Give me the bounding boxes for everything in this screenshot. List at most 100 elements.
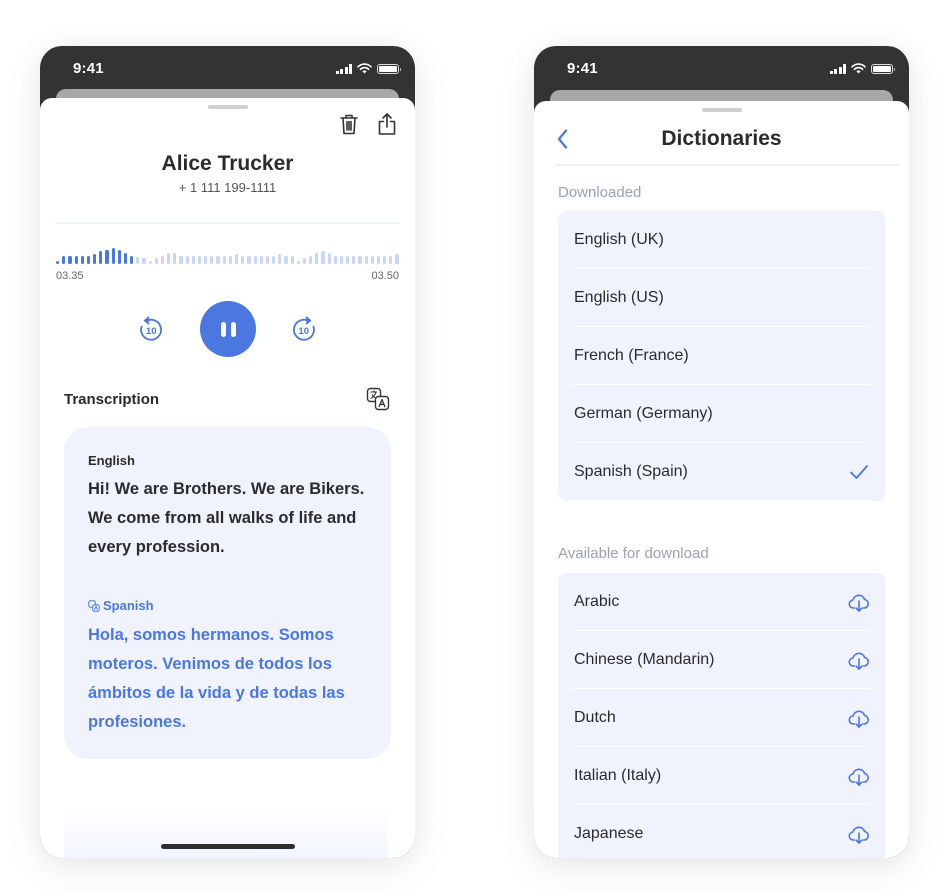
waveform-bar — [346, 255, 350, 264]
dictionary-name: Spanish (Spain) — [574, 463, 688, 480]
waveform-bar — [358, 255, 362, 264]
wifi-icon — [357, 63, 372, 74]
waveform-bar — [265, 255, 270, 264]
status-bar: 9:41 — [534, 46, 909, 90]
waveform-bar — [383, 255, 387, 264]
sheet-grabber[interactable] — [701, 108, 742, 112]
waveform-bar — [160, 255, 165, 264]
available-dictionary-row[interactable]: Chinese (Mandarin) — [558, 631, 885, 689]
translate-icon — [366, 387, 390, 411]
waveform-bar — [290, 255, 294, 264]
dictionary-name: Arabic — [574, 593, 620, 610]
waveform-bar — [228, 255, 232, 264]
waveform-bar — [389, 255, 393, 264]
waveform-bar — [80, 255, 84, 264]
dictionary-name: Italian (Italy) — [574, 767, 662, 784]
share-icon — [378, 113, 396, 135]
playback-time-end: 03.50 — [371, 270, 399, 282]
sheet-grabber[interactable] — [207, 105, 248, 109]
audio-waveform-scrubber[interactable] — [56, 246, 399, 264]
status-bar: 9:41 — [40, 46, 415, 90]
cellular-signal-icon — [829, 63, 846, 74]
cloud-download-icon[interactable] — [847, 822, 871, 846]
waveform-bar — [68, 255, 72, 264]
dictionary-name: English (UK) — [574, 231, 664, 248]
waveform-bar — [62, 255, 66, 264]
waveform-bar — [315, 253, 319, 264]
dictionary-row[interactable]: English (UK) — [558, 211, 885, 269]
pause-button[interactable] — [200, 301, 256, 357]
waveform-bar — [247, 255, 251, 264]
checkmark-icon — [847, 460, 871, 484]
waveform-bar — [173, 253, 177, 264]
waveform-bar — [302, 257, 307, 264]
waveform-bar — [253, 255, 257, 264]
dictionary-row[interactable]: French (France) — [558, 327, 885, 385]
transcription-card: English Hi! We are Brothers. We are Bike… — [64, 427, 391, 759]
waveform-bar — [185, 255, 189, 264]
waveform-bar — [278, 254, 282, 264]
waveform-bar — [309, 255, 313, 264]
dictionary-name: Dutch — [574, 709, 616, 726]
wifi-icon — [851, 63, 866, 74]
waveform-bar — [148, 261, 152, 264]
cloud-download-icon[interactable] — [847, 590, 871, 614]
contact-phone: + 1 111 199-1111 — [178, 180, 277, 195]
waveform-bar — [339, 255, 344, 264]
dictionary-name: English (US) — [574, 289, 664, 306]
waveform-bar — [222, 255, 226, 264]
waveform-bar — [395, 254, 399, 264]
dictionaries-screen: 9:41 Dictionaries Downloaded English (UK… — [534, 46, 909, 858]
cellular-signal-icon — [335, 63, 352, 74]
waveform-bar — [272, 255, 276, 264]
delete-button[interactable] — [338, 112, 360, 136]
dictionary-name: German (Germany) — [574, 405, 713, 422]
source-language: English — [88, 453, 135, 468]
share-button[interactable] — [376, 112, 398, 136]
available-dictionary-row[interactable]: Dutch — [558, 689, 885, 747]
skip-back-10-icon: 10 — [140, 316, 162, 341]
status-icons — [829, 63, 895, 74]
recording-actions — [338, 112, 398, 136]
available-list: Arabic Chinese (Mandarin) Dutch Italian (It… — [558, 573, 885, 858]
home-indicator[interactable] — [160, 844, 295, 849]
dictionary-row[interactable]: Spanish (Spain) — [558, 443, 885, 501]
dictionary-row[interactable]: German (Germany) — [558, 385, 885, 443]
waveform-bar — [327, 253, 331, 264]
waveform-bar — [191, 255, 195, 264]
waveform-bar — [241, 255, 245, 264]
translated-text: Hola, somos hermanos. Somos moteros. Ven… — [88, 626, 345, 731]
source-text: Hi! We are Brothers. We are Bikers. We c… — [88, 480, 365, 556]
skip-forward-seconds: 10 — [298, 326, 309, 337]
waveform-bar — [234, 254, 239, 264]
skip-forward-button[interactable]: 10 — [291, 316, 317, 342]
waveform-bar — [352, 255, 356, 264]
cloud-download-icon[interactable] — [847, 706, 871, 730]
waveform-bar — [74, 255, 78, 264]
status-time: 9:41 — [567, 60, 598, 77]
waveform-bar — [136, 256, 140, 264]
translate-small-icon — [88, 599, 100, 612]
translate-button[interactable] — [366, 387, 390, 411]
skip-back-button[interactable]: 10 — [138, 316, 164, 342]
waveform-bar — [296, 261, 300, 264]
dictionary-row[interactable]: English (US) — [558, 269, 885, 327]
battery-icon — [871, 63, 895, 74]
waveform-bar — [284, 255, 288, 264]
playback-time-start: 03.35 — [56, 270, 84, 282]
waveform-bar — [117, 249, 121, 264]
waveform-bar — [364, 255, 368, 264]
available-dictionary-row[interactable]: Japanese — [558, 805, 885, 858]
downloaded-list: English (UK) English (US) French (France) G… — [558, 211, 885, 501]
dictionary-name: Japanese — [574, 825, 644, 842]
cloud-download-icon[interactable] — [847, 764, 871, 788]
waveform-bar — [321, 251, 325, 264]
cloud-download-icon[interactable] — [847, 648, 871, 672]
divider — [56, 222, 399, 224]
available-dictionary-row[interactable]: Arabic — [558, 573, 885, 631]
pause-icon-bar — [220, 321, 226, 337]
waveform-bar — [204, 255, 208, 264]
page-title: Dictionaries — [661, 127, 782, 150]
available-dictionary-row[interactable]: Italian (Italy) — [558, 747, 885, 805]
transcription-title: Transcription — [64, 391, 160, 408]
